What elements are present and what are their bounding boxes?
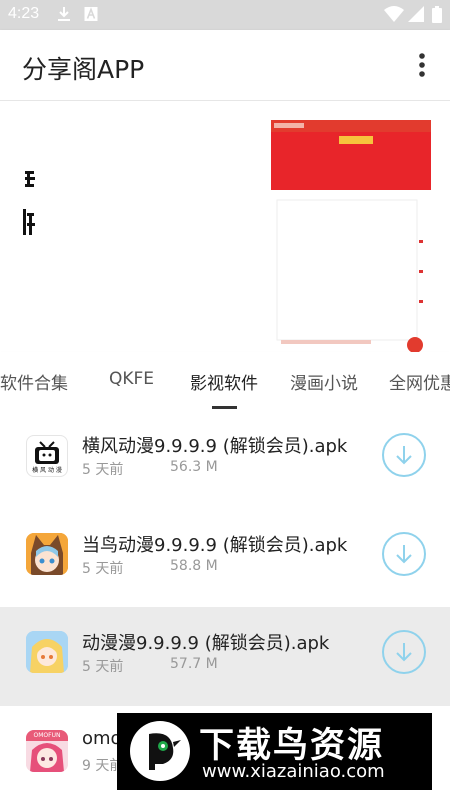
item-name: omo: [82, 728, 122, 749]
download-circle-icon[interactable]: [382, 433, 426, 477]
list-item[interactable]: 横 风 动 漫 横风动漫9.9.9.9 (解锁会员).apk 5 天前 56.3…: [0, 410, 450, 509]
banner-carousel[interactable]: [0, 101, 450, 352]
app-icon-caption: 横 风 动 漫: [32, 467, 62, 474]
more-vert-icon[interactable]: [410, 52, 434, 78]
tab-indicator: [212, 406, 237, 409]
status-time: 4:23: [8, 5, 40, 22]
battery-icon: [432, 6, 442, 23]
tab-video-software[interactable]: 影视软件: [190, 369, 258, 394]
app-title: 分享阁APP: [22, 55, 145, 84]
app-bar: 分享阁APP: [0, 30, 450, 101]
download-circle-icon[interactable]: [382, 532, 426, 576]
item-time: 5 天前: [82, 561, 124, 577]
tab-qkfe[interactable]: QKFE: [109, 369, 154, 389]
list-item[interactable]: 当鸟动漫9.9.9.9 (解锁会员).apk 5 天前 58.8 M: [0, 509, 450, 608]
item-size: 58.8 M: [170, 558, 218, 574]
item-size: 57.7 M: [170, 656, 218, 672]
anime-girl-hood-app-icon: [26, 533, 68, 575]
item-time: 5 天前: [82, 462, 124, 478]
list-item[interactable]: 动漫漫9.9.9.9 (解锁会员).apk 5 天前 57.7 M: [0, 607, 450, 706]
item-name: 当鸟动漫9.9.9.9 (解锁会员).apk: [82, 535, 348, 556]
banner-app-screenshot: [271, 120, 431, 352]
tab-deals[interactable]: 全网优惠: [389, 369, 450, 394]
tv-app-icon: 横 风 动 漫: [26, 435, 68, 477]
anime-pink-hair-app-icon: OMOFUN: [26, 730, 68, 772]
a-notification-icon: [84, 7, 98, 21]
wifi-icon: [384, 6, 404, 22]
download-circle-icon[interactable]: [382, 630, 426, 674]
watermark-logo: 下载鸟资源 www.xiazainiao.com: [117, 713, 432, 790]
watermark-url: www.xiazainiao.com: [202, 761, 385, 782]
anime-blonde-girl-app-icon: [26, 631, 68, 673]
tab-software-collection[interactable]: 软件合集: [0, 369, 68, 394]
category-tabs: 软件合集 QKFE 影视软件 漫画小说 全网优惠: [0, 352, 450, 411]
bird-logo-icon: [130, 721, 190, 781]
banner-partial-glyphs: [23, 171, 35, 235]
download-icon: [58, 7, 70, 21]
item-time: 5 天前: [82, 659, 124, 675]
item-name: 动漫漫9.9.9.9 (解锁会员).apk: [82, 633, 330, 654]
item-name: 横风动漫9.9.9.9 (解锁会员).apk: [82, 436, 348, 457]
status-bar: 4:23: [0, 0, 450, 30]
app-icon-caption: OMOFUN: [33, 732, 61, 739]
item-size: 56.3 M: [170, 459, 218, 475]
tab-comics-novels[interactable]: 漫画小说: [290, 369, 358, 394]
signal-icon: [408, 6, 424, 22]
